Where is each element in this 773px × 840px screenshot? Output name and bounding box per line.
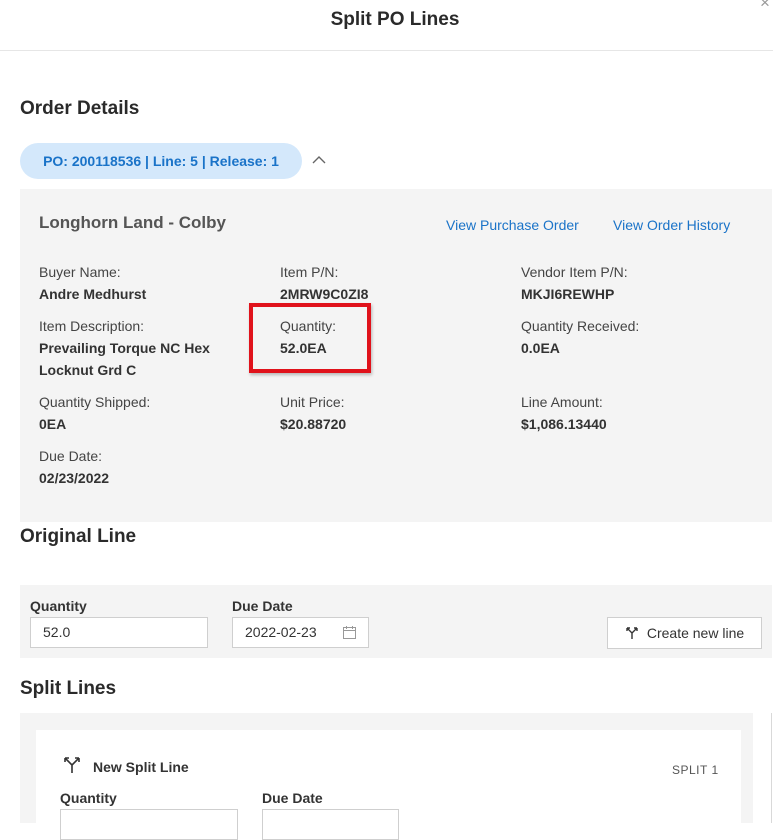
- quantity-received-label: Quantity Received:: [521, 318, 640, 334]
- quantity-received-value: 0.0EA: [521, 340, 560, 356]
- item-pn-value: 2MRW9C0ZI8: [280, 286, 369, 302]
- original-due-date-value: 2022-02-23: [245, 624, 317, 640]
- original-line-heading: Original Line: [20, 526, 137, 547]
- quantity-shipped-value: 0EA: [39, 416, 67, 432]
- split-quantity-input[interactable]: [60, 809, 238, 840]
- unit-price-label: Unit Price:: [280, 394, 345, 410]
- supplier-name: Longhorn Land - Colby: [39, 213, 226, 232]
- item-description-label: Item Description:: [39, 318, 145, 334]
- split-icon: [626, 627, 638, 639]
- close-icon[interactable]: ×: [760, 0, 770, 13]
- view-purchase-order-link[interactable]: View Purchase Order: [446, 217, 579, 233]
- chevron-up-icon[interactable]: [311, 152, 327, 168]
- original-due-date-label: Due Date: [232, 598, 293, 614]
- modal-title: Split PO Lines: [330, 9, 460, 30]
- item-description-value-line2: Locknut Grd C: [39, 362, 137, 378]
- create-new-line-label: Create new line: [646, 625, 745, 641]
- line-amount-value: $1,086.13440: [521, 416, 607, 432]
- quantity-shipped-label: Quantity Shipped:: [39, 394, 151, 410]
- item-pn-label: Item P/N:: [280, 264, 339, 280]
- vendor-item-pn-value: MKJI6REWHP: [521, 286, 615, 302]
- po-line-tag[interactable]: PO: 200118536 | Line: 5 | Release: 1: [20, 143, 302, 179]
- split-due-date-label: Due Date: [262, 790, 323, 806]
- quantity-highlight-box: [249, 303, 371, 373]
- vendor-item-pn-label: Vendor Item P/N:: [521, 264, 628, 280]
- unit-price-value: $20.88720: [280, 416, 347, 432]
- line-amount-label: Line Amount:: [521, 394, 603, 410]
- original-quantity-input[interactable]: 52.0: [30, 617, 208, 648]
- calendar-icon[interactable]: [343, 626, 356, 639]
- split-icon: [64, 757, 80, 773]
- buyer-name-label: Buyer Name:: [39, 264, 121, 280]
- split-quantity-label: Quantity: [60, 790, 117, 806]
- order-details-heading: Order Details: [20, 98, 140, 119]
- header-divider: [0, 50, 773, 51]
- new-split-line-title: New Split Line: [93, 759, 189, 775]
- item-description-value-line1: Prevailing Torque NC Hex: [39, 340, 210, 356]
- buyer-name-value: Andre Medhurst: [39, 286, 147, 302]
- due-date-value: 02/23/2022: [39, 470, 110, 486]
- split-due-date-input[interactable]: [262, 809, 399, 840]
- view-order-history-link[interactable]: View Order History: [613, 217, 730, 233]
- create-new-line-button[interactable]: Create new line: [607, 617, 762, 649]
- due-date-label: Due Date:: [39, 448, 103, 464]
- original-quantity-label: Quantity: [30, 598, 87, 614]
- split-lines-heading: Split Lines: [20, 678, 117, 699]
- split-badge: SPLIT 1: [672, 763, 719, 777]
- split-lines-scrollbar[interactable]: [771, 713, 772, 823]
